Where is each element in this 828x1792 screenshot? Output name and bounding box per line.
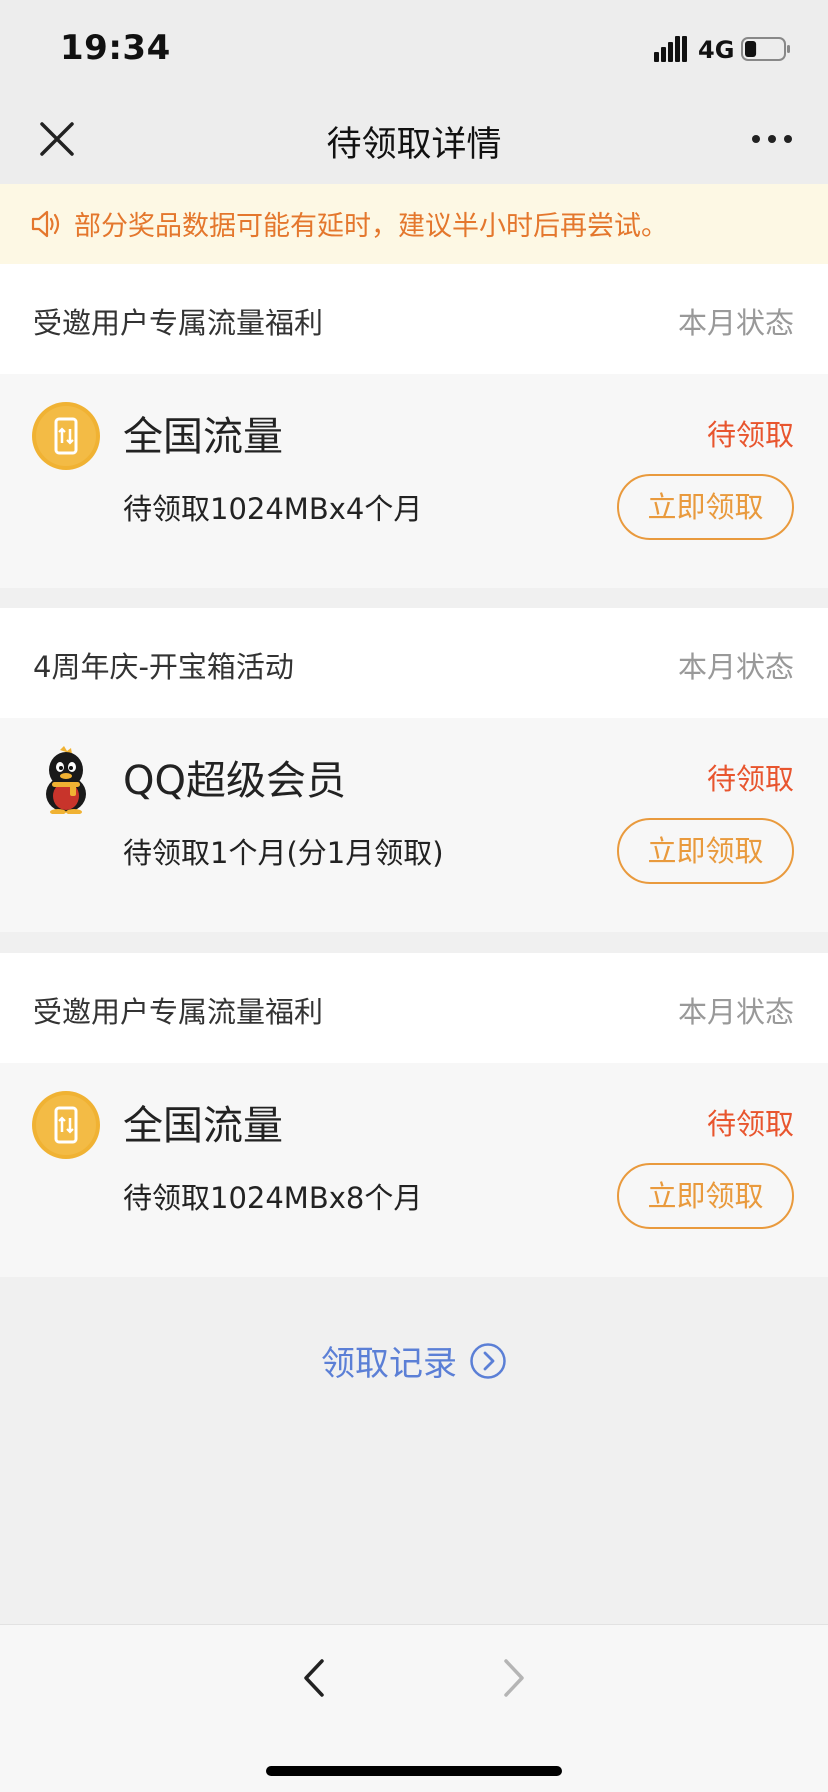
section-title: 受邀用户专属流量福利 bbox=[33, 995, 324, 1029]
claim-button[interactable]: 立即领取 bbox=[617, 818, 794, 884]
prize-card: 全国流量 待领取 待领取1024MBx4个月 立即领取 bbox=[0, 374, 828, 588]
prize-description: 待领取1024MBx8个月 bbox=[123, 1181, 423, 1215]
claim-button[interactable]: 立即领取 bbox=[617, 1163, 794, 1229]
chevron-right-icon[interactable] bbox=[498, 1655, 530, 1701]
qq-penguin-icon bbox=[46, 746, 86, 814]
prize-card: QQ超级会员 待领取 待领取1个月(分1月领取) 立即领取 bbox=[0, 718, 828, 932]
chevron-right-circle-icon[interactable] bbox=[469, 1342, 507, 1380]
prize-name: 全国流量 bbox=[123, 414, 283, 460]
section-status-label: 本月状态 bbox=[677, 306, 794, 340]
section-status-label: 本月状态 bbox=[677, 650, 794, 684]
network-label: 4G bbox=[698, 36, 735, 64]
signal-bars-icon bbox=[654, 36, 687, 62]
section-status-label: 本月状态 bbox=[677, 995, 794, 1029]
home-indicator bbox=[266, 1766, 562, 1776]
section-anniversary-treasure: 4周年庆-开宝箱活动 本月状态 QQ超级会员 待领取 待领取1个月(分1月领取)… bbox=[0, 608, 828, 932]
prize-card: 全国流量 待领取 待领取1024MBx8个月 立即领取 bbox=[0, 1063, 828, 1277]
chevron-left-icon[interactable] bbox=[298, 1655, 330, 1701]
section-traffic-benefit-2: 受邀用户专属流量福利 本月状态 全国流量 待领取 待领取1024MBx8个月 立… bbox=[0, 953, 828, 1277]
page: 19:34 4G 待领取详情 部分奖品数据可能有延时，建议半小时后再尝试。 受邀… bbox=[0, 0, 828, 1792]
speaker-icon bbox=[31, 210, 60, 238]
nav-bar: 待领取详情 bbox=[0, 96, 828, 184]
prize-state: 待领取 bbox=[706, 418, 794, 452]
prize-description: 待领取1024MBx4个月 bbox=[123, 492, 423, 526]
notice-banner: 部分奖品数据可能有延时，建议半小时后再尝试。 bbox=[0, 184, 828, 264]
section-header: 4周年庆-开宝箱活动 本月状态 bbox=[0, 608, 828, 718]
claim-button[interactable]: 立即领取 bbox=[617, 474, 794, 540]
section-title: 4周年庆-开宝箱活动 bbox=[33, 650, 294, 684]
section-header: 受邀用户专属流量福利 本月状态 bbox=[0, 953, 828, 1063]
more-dots-icon[interactable] bbox=[748, 118, 796, 160]
prize-description: 待领取1个月(分1月领取) bbox=[123, 836, 444, 870]
bottom-toolbar bbox=[0, 1624, 828, 1792]
page-title: 待领取详情 bbox=[326, 125, 502, 165]
status-time: 19:34 bbox=[60, 28, 171, 68]
battery-icon bbox=[741, 37, 790, 61]
section-traffic-benefit-1: 受邀用户专属流量福利 本月状态 全国流量 待领取 待领取1024MBx4个月 立… bbox=[0, 264, 828, 588]
prize-name: 全国流量 bbox=[123, 1103, 283, 1149]
phone-data-icon bbox=[32, 402, 100, 470]
prize-name: QQ超级会员 bbox=[123, 758, 346, 804]
section-header: 受邀用户专属流量福利 本月状态 bbox=[0, 264, 828, 374]
record-link[interactable]: 领取记录 bbox=[0, 1336, 828, 1385]
phone-data-icon bbox=[32, 1091, 100, 1159]
section-title: 受邀用户专属流量福利 bbox=[33, 306, 324, 340]
prize-state: 待领取 bbox=[706, 762, 794, 796]
prize-state: 待领取 bbox=[706, 1107, 794, 1141]
notice-text: 部分奖品数据可能有延时，建议半小时后再尝试。 bbox=[74, 211, 668, 242]
record-link-label[interactable]: 领取记录 bbox=[321, 1344, 457, 1384]
status-bar: 19:34 4G bbox=[0, 0, 828, 96]
